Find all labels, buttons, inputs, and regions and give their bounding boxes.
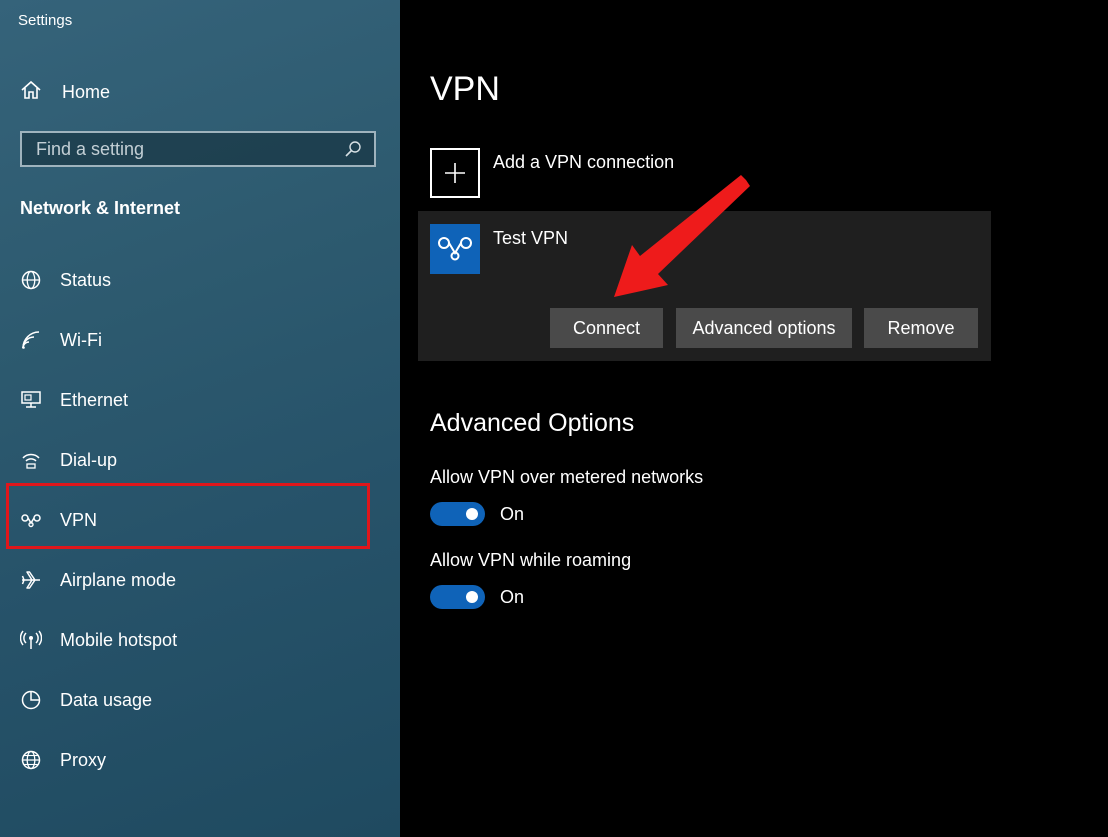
vpn-connection-card[interactable]: Test VPN Connect Advanced options Remove	[418, 211, 991, 361]
sidebar-item-vpn[interactable]: VPN	[0, 490, 380, 550]
sidebar-item-label: Ethernet	[60, 389, 129, 410]
roaming-toggle-row: On	[430, 585, 524, 609]
sidebar-item-home[interactable]: Home	[20, 80, 110, 104]
page-title: VPN	[430, 70, 500, 108]
search-box[interactable]	[20, 131, 376, 167]
home-icon	[20, 79, 42, 106]
sidebar-item-mobile-hotspot[interactable]: Mobile hotspot	[0, 610, 380, 670]
sidebar-item-label: Mobile hotspot	[60, 629, 178, 650]
main-panel: VPN Add a VPN connection Test VPN Connec…	[400, 0, 1108, 837]
plus-icon[interactable]	[430, 148, 480, 198]
connect-button[interactable]: Connect	[550, 308, 663, 348]
toggle-state-label: On	[500, 586, 525, 607]
metered-networks-toggle-row: On	[430, 502, 524, 526]
window-title: Settings	[18, 12, 73, 29]
remove-button[interactable]: Remove	[864, 308, 978, 348]
search-input[interactable]	[22, 137, 338, 161]
sidebar-item-data-usage[interactable]: Data usage	[0, 670, 380, 730]
sidebar-item-label: Wi-Fi	[60, 329, 102, 350]
roaming-toggle[interactable]	[430, 585, 485, 609]
metered-networks-label: Allow VPN over metered networks	[430, 467, 704, 487]
sidebar: Settings Home Network & Internet Status …	[0, 0, 400, 837]
hotspot-icon	[20, 629, 42, 651]
airplane-icon	[20, 569, 42, 591]
toggle-knob	[466, 508, 478, 520]
search-icon[interactable]	[338, 134, 368, 164]
section-title: Network & Internet	[20, 198, 181, 218]
sidebar-item-wifi[interactable]: Wi-Fi	[0, 310, 380, 370]
roaming-label: Allow VPN while roaming	[430, 550, 632, 570]
vpn-connection-name: Test VPN	[493, 228, 569, 248]
wifi-icon	[20, 329, 42, 351]
sidebar-item-status[interactable]: Status	[0, 250, 380, 310]
ethernet-icon	[20, 389, 42, 411]
sidebar-item-label: Data usage	[60, 689, 153, 710]
vpn-connection-icon	[430, 224, 480, 274]
sidebar-item-dial-up[interactable]: Dial-up	[0, 430, 380, 490]
sidebar-item-label: Dial-up	[60, 449, 118, 470]
sidebar-item-proxy[interactable]: Proxy	[0, 730, 380, 790]
add-vpn-label: Add a VPN connection	[493, 152, 675, 172]
proxy-globe-icon	[20, 749, 42, 771]
dial-up-icon	[20, 449, 42, 471]
advanced-options-button[interactable]: Advanced options	[676, 308, 852, 348]
metered-networks-toggle[interactable]	[430, 502, 485, 526]
sidebar-item-label: VPN	[60, 509, 98, 530]
data-usage-icon	[20, 689, 42, 711]
globe-status-icon	[20, 269, 42, 291]
vpn-icon	[20, 509, 42, 531]
sidebar-item-ethernet[interactable]: Ethernet	[0, 370, 380, 430]
add-vpn-connection-button[interactable]: Add a VPN connection	[430, 148, 674, 198]
sidebar-item-label: Proxy	[60, 749, 107, 770]
sidebar-item-label: Airplane mode	[60, 569, 177, 590]
advanced-options-heading: Advanced Options	[430, 409, 635, 437]
toggle-knob	[466, 591, 478, 603]
sidebar-item-label: Home	[62, 81, 111, 102]
toggle-state-label: On	[500, 503, 525, 524]
sidebar-item-airplane-mode[interactable]: Airplane mode	[0, 550, 380, 610]
sidebar-item-label: Status	[60, 269, 112, 290]
